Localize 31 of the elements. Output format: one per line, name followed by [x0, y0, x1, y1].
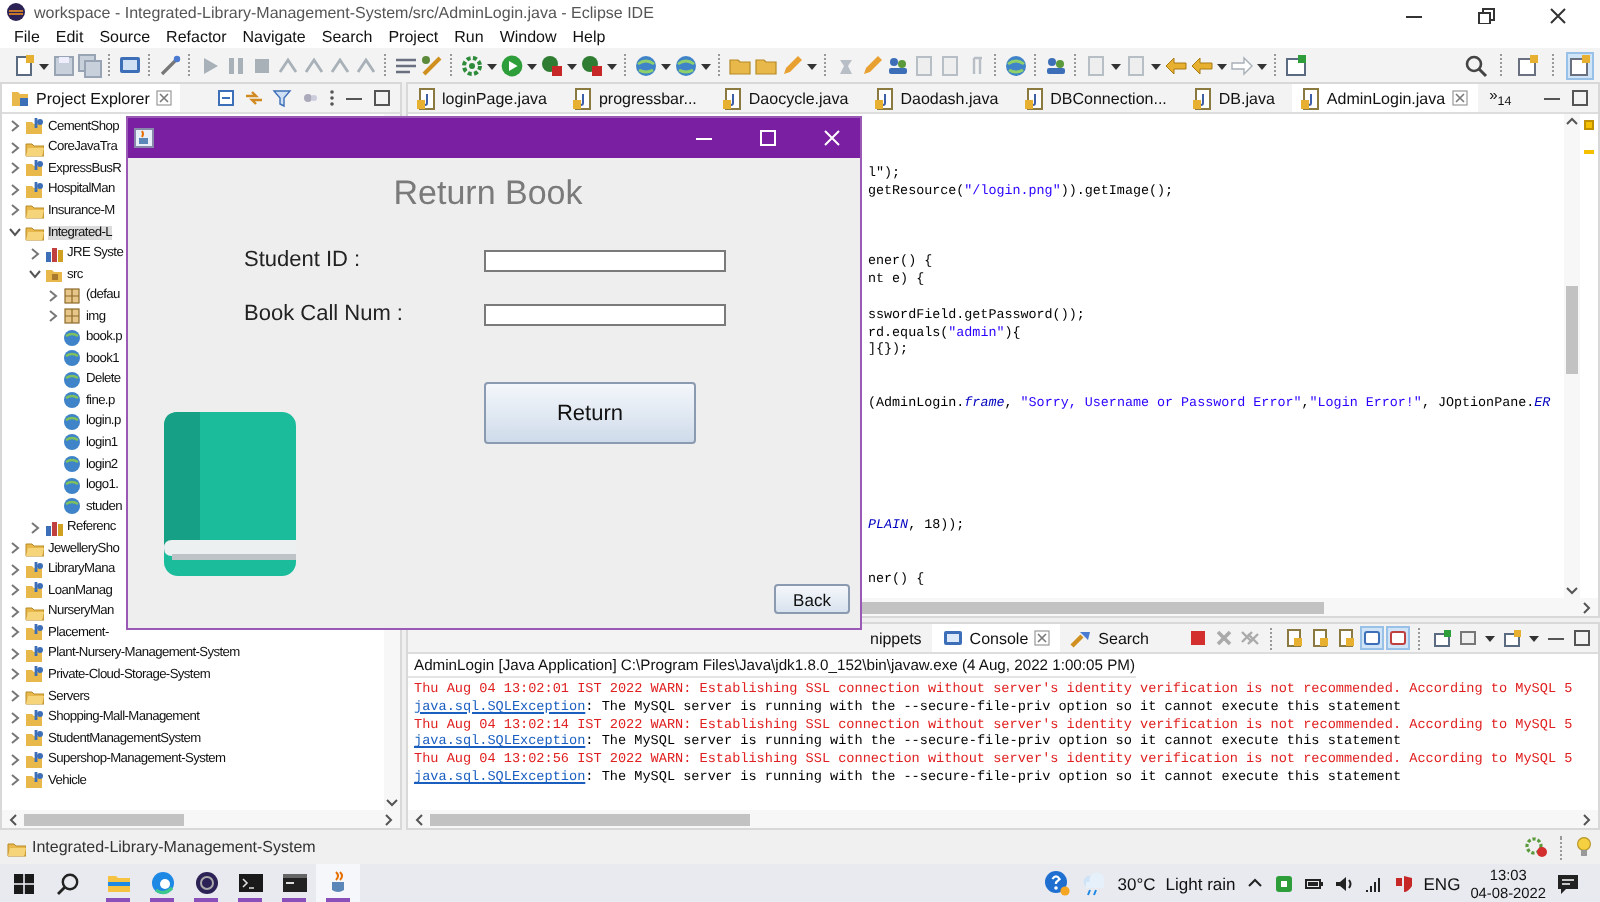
menu-item[interactable]: Project: [380, 27, 447, 45]
editor-tab[interactable]: DB.java: [1184, 84, 1293, 112]
menu-item[interactable]: File: [6, 27, 48, 45]
editor-tab[interactable]: progressbar...: [564, 84, 715, 112]
return-button[interactable]: Return: [484, 382, 696, 444]
menu-item[interactable]: Edit: [47, 27, 92, 45]
language-indicator[interactable]: ENG: [1423, 873, 1461, 893]
menu-item[interactable]: Run: [446, 27, 492, 45]
field-label: Student ID :: [244, 250, 361, 272]
editor-tab[interactable]: loginPage.java: [408, 84, 565, 112]
menu-item[interactable]: Window: [491, 27, 565, 45]
menu-item[interactable]: Navigate: [234, 27, 314, 45]
back-button[interactable]: Back: [774, 584, 850, 614]
editor-tab[interactable]: DBConnection...: [1016, 84, 1185, 112]
field-label: Book Call Num :: [244, 304, 403, 326]
editor-tab[interactable]: AdminLogin.java: [1292, 84, 1478, 112]
dialog-heading: Return Book: [393, 172, 583, 214]
editor-tab[interactable]: Daodash.java: [866, 84, 1017, 112]
view-tab[interactable]: Console: [931, 624, 1061, 652]
menu-item[interactable]: Search: [313, 27, 381, 45]
view-tab[interactable]: Project Explorer: [2, 84, 180, 112]
weather-text[interactable]: Light rain: [1165, 873, 1236, 893]
menu-item[interactable]: Help: [564, 27, 614, 45]
status-text: Integrated-Library-Management-System: [32, 838, 316, 856]
menu-item[interactable]: Source: [91, 27, 159, 45]
window-title: workspace - Integrated-Library-Management-System/src/AdminLogin.java - Eclipse IDE: [34, 3, 654, 21]
temperature[interactable]: 30°C: [1117, 873, 1156, 893]
view-tab[interactable]: Search: [1060, 624, 1160, 652]
menu-item[interactable]: Refactor: [158, 27, 235, 45]
editor-tab[interactable]: Daocycle.java: [714, 84, 867, 112]
view-tab[interactable]: nippets: [860, 624, 932, 652]
